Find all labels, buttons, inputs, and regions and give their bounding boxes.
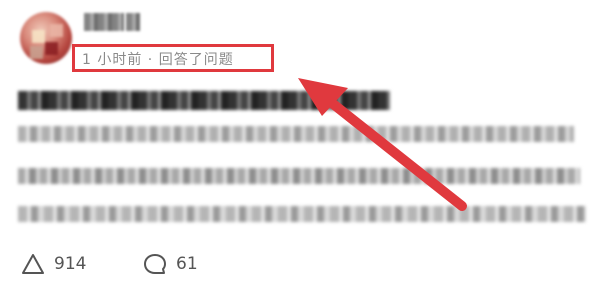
comment-count: 61 [176, 254, 198, 274]
upvote-button[interactable]: 914 [20, 252, 86, 276]
answer-text-line-blurred[interactable] [18, 206, 586, 222]
avatar[interactable] [20, 12, 72, 64]
answer-title-blurred[interactable] [18, 91, 390, 110]
upvote-triangle-icon [22, 254, 44, 274]
comment-bubble-icon [144, 254, 166, 274]
annotation-arrow [298, 78, 467, 211]
username-blurred[interactable] [84, 13, 124, 31]
answer-text-line-blurred[interactable] [18, 168, 580, 184]
answer-text-line-blurred[interactable] [18, 126, 574, 142]
comment-button[interactable]: 61 [142, 252, 198, 276]
upvote-count: 914 [54, 254, 87, 274]
answer-meta: 1 小时前 · 回答了问题 [82, 52, 234, 68]
username-blurred-part[interactable] [126, 13, 140, 31]
answer-card: 1 小时前 · 回答了问题 914 61 [0, 0, 600, 286]
